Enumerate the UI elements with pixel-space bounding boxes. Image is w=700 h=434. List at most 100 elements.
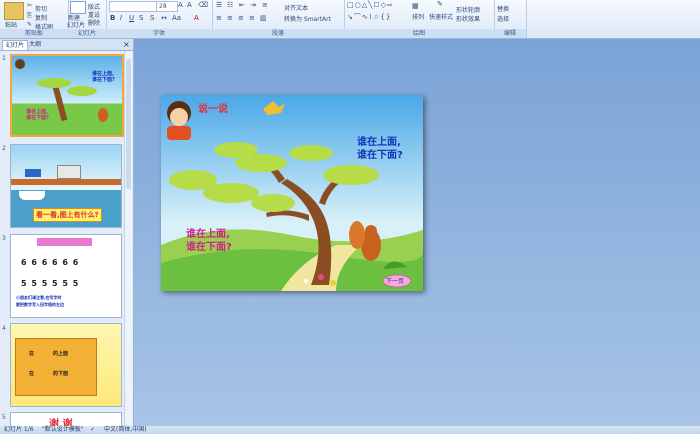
shapes-gallery-row2-icon[interactable]: ↘⌒∿⌇☆{}	[347, 12, 391, 22]
status-bar: 幻灯片 1/6 "默认设计模板" ✓ 中文(简体,中国)	[0, 426, 700, 434]
thumb-number: 3	[2, 235, 6, 242]
new-slide-label: 幻灯片	[67, 22, 86, 29]
slides-group-label: 幻灯片	[68, 29, 106, 38]
clipboard-group-label: 剪贴板	[0, 29, 68, 38]
shrink-font-icon[interactable]: A	[187, 1, 192, 9]
select-button[interactable]: 选择	[497, 14, 509, 23]
shape-outline-button[interactable]: 形状轮廓	[456, 5, 480, 14]
align-left-icon[interactable]: ≡	[216, 14, 222, 22]
tree-leaf	[323, 165, 379, 185]
shapes-gallery-icon[interactable]: □○△╲☐◇⇨	[347, 1, 394, 9]
close-pane-button[interactable]: ×	[120, 40, 133, 49]
strikethrough-icon[interactable]: S	[139, 14, 143, 22]
boy-icon	[15, 59, 25, 69]
smartart-button[interactable]: 转换为 SmartArt	[284, 14, 331, 23]
underline-icon[interactable]: U	[129, 14, 134, 22]
paragraph-group: ☰ ☷ ⇤ ⇥ ≡ 对齐文本 ≡ ≡ ≡ ≡ ▥ 转换为 SmartArt 段落	[212, 0, 345, 38]
question-right-2: 谁在下面?	[357, 150, 403, 161]
thumb3-note-2: 要把数字写入田字格的左边	[16, 302, 64, 307]
slide-title: 说一说	[198, 104, 228, 115]
current-slide[interactable]: 说一说 谁在上面, 谁在下面? 谁在上面, 谁在下面? 下一页	[161, 95, 423, 291]
boy-face-icon	[170, 108, 188, 126]
quick-styles-button[interactable]: 快速样式	[429, 12, 453, 21]
tree-trunk	[52, 85, 68, 122]
drawing-group: □○△╲☐◇⇨ ↘⌒∿⌇☆{} ▦ 排列 ✎ 快速样式 形状轮廓 形状效果 绘图	[344, 0, 495, 38]
decrease-indent-icon[interactable]: ⇤	[239, 1, 245, 9]
arrange-icon[interactable]: ▦	[412, 2, 419, 10]
thumb2-caption: 看一看,图上有什么?	[33, 208, 102, 222]
slide-thumbnail-1[interactable]: 谁在上面, 谁在下面? 谁在上面, 谁在下面?	[10, 54, 124, 137]
editing-group: 替换 选择 编辑	[494, 0, 527, 38]
pane-tabs: 幻灯片 大纲 ×	[0, 39, 133, 51]
thumb-number: 1	[2, 55, 6, 62]
next-page-button[interactable]: 下一页	[386, 276, 404, 285]
slide-illustration	[161, 95, 423, 291]
tree-leaf	[251, 194, 295, 212]
columns-icon[interactable]: ▥	[260, 14, 267, 22]
boat-icon	[19, 191, 45, 200]
italic-icon[interactable]: I	[120, 14, 122, 22]
thumb3-row-5: 5 5 5 5 5 5	[21, 279, 80, 288]
bold-icon[interactable]: B	[110, 14, 115, 22]
font-color-icon[interactable]: A	[194, 14, 199, 22]
question-left-2: 谁在下面?	[186, 242, 232, 253]
font-size-box[interactable]: 28	[156, 1, 178, 12]
justify-icon[interactable]: ≡	[249, 14, 255, 22]
shape-effects-button[interactable]: 形状效果	[456, 14, 480, 23]
slide-count: 幻灯片 1/6	[4, 426, 34, 433]
slide-thumbnail-4[interactable]: 在 的上面 在 的下面	[10, 323, 122, 407]
clipboard-group: 粘贴 ✂ 剪切 复制 ⎘ ✎ 格式刷 剪贴板	[0, 0, 69, 38]
char-spacing-icon[interactable]: ↔	[161, 14, 167, 22]
pane-scroll-thumb[interactable]	[126, 59, 131, 189]
align-right-icon[interactable]: ≡	[238, 14, 244, 22]
ribbon: 粘贴 ✂ 剪切 复制 ⎘ ✎ 格式刷 剪贴板 新建 幻灯片 版式 重设 删除 幻…	[0, 0, 700, 39]
tree-leaf	[289, 145, 333, 161]
change-case-icon[interactable]: Aa	[172, 14, 181, 22]
format-painter-icon[interactable]: ✎	[27, 21, 32, 28]
slides-pane: 幻灯片 大纲 × 1 谁在上面, 谁在下面? 谁在上面, 谁在下面? 2 看一看…	[0, 39, 134, 428]
tab-slides[interactable]: 幻灯片	[2, 40, 29, 50]
increase-indent-icon[interactable]: ⇥	[250, 1, 256, 9]
thumb3-header-bar	[37, 238, 92, 246]
pane-scrollbar[interactable]	[124, 51, 132, 426]
thumb3-note-1: 小朋友们请注意,在写字时	[16, 295, 62, 300]
font-name-box[interactable]	[109, 1, 157, 12]
thumb1-question-2: 谁在下面?	[92, 77, 115, 83]
cut-icon[interactable]: ✂	[27, 2, 32, 9]
slide-thumbnail-2[interactable]: 看一看,图上有什么?	[10, 144, 122, 228]
tab-outline[interactable]: 大纲	[26, 40, 44, 49]
language[interactable]: 中文(简体,中国)	[104, 426, 147, 434]
grow-font-icon[interactable]: A	[178, 1, 183, 9]
bullets-icon[interactable]: ☰	[216, 1, 222, 9]
thumb1-question-4: 谁在下面?	[26, 115, 49, 121]
align-center-icon[interactable]: ≡	[227, 14, 233, 22]
paste-button[interactable]: 粘贴	[5, 20, 17, 29]
arrange-button[interactable]: 排列	[412, 12, 424, 21]
line-spacing-icon[interactable]: ≡	[262, 1, 268, 9]
tree-leaf	[235, 154, 287, 172]
quick-styles-icon[interactable]: ✎	[437, 0, 443, 8]
shadow-icon[interactable]: S	[150, 14, 154, 22]
boy-shirt-icon	[167, 126, 191, 140]
slide-thumbnail-3[interactable]: 6 6 6 6 6 6 5 5 5 5 5 5 小朋友们请注意,在写字时 要把数…	[10, 234, 122, 318]
cut-button[interactable]: 剪切	[35, 4, 47, 13]
editing-group-label: 编辑	[494, 29, 526, 38]
spellcheck-icon[interactable]: ✓	[90, 426, 95, 434]
drawing-group-label: 绘图	[344, 29, 494, 38]
paragraph-group-label: 段落	[212, 29, 344, 38]
thumb4-label-4: 的下面	[53, 371, 69, 377]
numbering-icon[interactable]: ☷	[227, 1, 233, 9]
delete-button[interactable]: 删除	[88, 18, 100, 27]
thumb-number: 5	[2, 414, 6, 421]
align-text-button[interactable]: 对齐文本	[284, 3, 308, 12]
copy-button[interactable]: 复制	[35, 13, 47, 22]
font-group: 28 A A ⌫ B I U S S ↔ Aa A 字体	[106, 0, 213, 38]
thumb-number: 4	[2, 325, 6, 332]
slides-group: 新建 幻灯片 版式 重设 删除 幻灯片	[67, 0, 107, 38]
shelf-icon	[15, 338, 97, 396]
clear-format-icon[interactable]: ⌫	[198, 1, 208, 9]
replace-button[interactable]: 替换	[497, 4, 509, 13]
tree-leaf	[203, 183, 259, 203]
paste-icon[interactable]	[4, 2, 24, 20]
copy-icon[interactable]: ⎘	[27, 12, 32, 20]
